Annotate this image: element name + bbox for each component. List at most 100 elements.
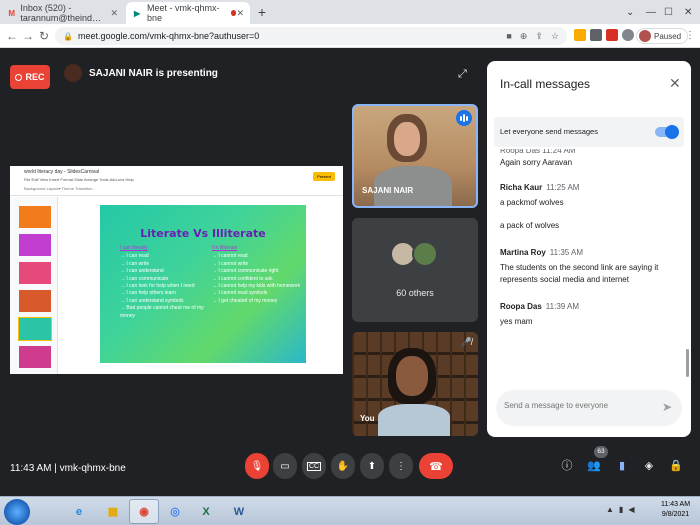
list-item: I cannot read: [212, 253, 302, 260]
url-text: meet.google.com/vmk-qhmx-bne?authuser=0: [77, 31, 260, 41]
extension-download-icon[interactable]: [574, 29, 586, 41]
tray-arrow-icon[interactable]: ▲: [606, 505, 614, 514]
chat-title: In-call messages: [500, 77, 591, 91]
back-icon[interactable]: ←: [4, 28, 20, 44]
clock-time: 11:43 AM: [661, 501, 691, 508]
bookmark-star-icon[interactable]: ☆: [551, 31, 559, 42]
list-item: I can communicate: [120, 276, 215, 283]
meet-stage: REC SAJANI NAIR is presenting ⤢ world li…: [0, 48, 700, 496]
url-field[interactable]: 🔒 meet.google.com/vmk-qhmx-bne?authuser=…: [55, 27, 567, 45]
send-icon[interactable]: ➤: [662, 400, 672, 414]
close-window-button[interactable]: ✕: [684, 0, 692, 24]
participant-tile-presenter[interactable]: SAJANI NAIR: [352, 104, 478, 208]
list-item: I can understand symbols: [120, 298, 215, 305]
present-icon: ⬆: [367, 460, 377, 472]
chat-scrollbar[interactable]: [686, 349, 689, 377]
reload-icon[interactable]: ↻: [36, 28, 52, 44]
file-explorer-icon[interactable]: ▦: [98, 499, 128, 524]
close-icon[interactable]: ✕: [669, 75, 681, 92]
message-time: 11:35 AM: [549, 248, 584, 257]
slide-thumbnail: [18, 317, 52, 341]
chrome-alt-icon[interactable]: ◎: [160, 499, 190, 524]
list-item: I cannot communicate right: [212, 268, 302, 275]
tab-search-icon[interactable]: ⌄: [626, 0, 634, 24]
close-icon[interactable]: ✕: [110, 8, 118, 19]
sender-name: Richa Kaur: [500, 183, 543, 192]
chat-icon[interactable]: ▮: [614, 458, 630, 474]
slide-thumbnail: [19, 290, 51, 312]
message-list: Roopa Das 11:24 AM Again sorry Aaravan R…: [500, 149, 682, 389]
captions-icon: CC: [306, 461, 322, 471]
literate-column: I can literally I can read I can write I…: [120, 245, 215, 320]
message-meta: Roopa Das 11:39 AM: [500, 302, 682, 311]
speaking-indicator-icon: [456, 110, 472, 126]
extension-red-icon[interactable]: [606, 29, 618, 41]
camera-icon[interactable]: ■: [506, 31, 511, 42]
list-item: I can understand: [120, 268, 215, 275]
share-icon[interactable]: ⇪: [535, 31, 543, 42]
present-now-button[interactable]: ⬆: [360, 453, 384, 479]
list-item: I get cheated of my money: [212, 298, 302, 305]
extensions-puzzle-icon[interactable]: [622, 29, 634, 41]
message-time: 11:39 AM: [545, 302, 580, 311]
slides-menu: File Edit View Insert Format Slide Arran…: [24, 177, 134, 182]
column-header: I'm Illiterate: [212, 245, 238, 251]
excel-icon[interactable]: X: [191, 499, 221, 524]
forward-icon[interactable]: →: [20, 28, 36, 44]
message-text: a pack of wolves: [500, 221, 560, 230]
list-item: I can write: [120, 261, 215, 268]
participant-name: SAJANI NAIR: [362, 186, 414, 195]
maximize-button[interactable]: ☐: [664, 0, 673, 24]
participant-tile-self[interactable]: 🎤̸ You: [352, 332, 478, 436]
meeting-details-icon[interactable]: ⓘ: [559, 458, 575, 474]
word-icon[interactable]: W: [224, 499, 254, 524]
chrome-icon[interactable]: ◉: [129, 499, 159, 524]
slides-header: world literacy day - SlidesCarnival File…: [10, 166, 343, 196]
slide-thumbnails: [10, 197, 58, 374]
activities-icon[interactable]: ◈: [641, 458, 657, 474]
browser-menu-icon[interactable]: ⋮: [685, 30, 695, 41]
new-tab-button[interactable]: +: [254, 4, 270, 20]
lock-icon: 🔒: [63, 31, 73, 41]
camera-button[interactable]: ▭: [273, 453, 297, 479]
minimize-button[interactable]: —: [646, 0, 656, 24]
profile-paused-button[interactable]: Paused: [636, 28, 689, 44]
microphone-off-button[interactable]: 🎙: [245, 453, 269, 479]
more-options-button[interactable]: ⋮: [389, 453, 413, 479]
recording-indicator[interactable]: REC: [10, 65, 50, 89]
start-button[interactable]: [4, 499, 30, 525]
tab-gmail[interactable]: M Inbox (520) - tarannum@theind… ✕: [2, 2, 124, 24]
tab-meet[interactable]: ▶ Meet - vmk-qhmx-bne ✕: [126, 2, 250, 24]
phone-hangup-icon: ☎: [429, 460, 443, 473]
zoom-icon[interactable]: ⊕: [520, 31, 528, 42]
sender-name: Martina Roy: [500, 248, 546, 257]
volume-icon[interactable]: ◀: [628, 505, 634, 514]
list-item: I cannot write: [212, 261, 302, 268]
list-item: I can help others learn: [120, 290, 215, 297]
participant-tile-others[interactable]: 60 others: [352, 218, 478, 322]
fullscreen-icon[interactable]: ⤢: [458, 68, 467, 81]
column-header: I can literally: [120, 245, 148, 251]
list-item: I can look for help when I need: [120, 283, 215, 290]
host-controls-icon[interactable]: 🔒: [668, 458, 684, 474]
gmail-icon: M: [8, 8, 16, 18]
internet-explorer-icon[interactable]: e: [64, 499, 94, 524]
doc-title: world literacy day - SlidesCarnival: [24, 169, 100, 175]
captions-button[interactable]: CC: [302, 453, 326, 479]
slides-toolbar: Background Layout▾ Theme Transition: [24, 186, 93, 191]
network-icon[interactable]: ▮: [619, 505, 623, 514]
leave-call-button[interactable]: ☎: [419, 453, 453, 479]
extension-document-icon[interactable]: [590, 29, 602, 41]
list-item: I can read: [120, 253, 215, 260]
send-messages-toggle[interactable]: [655, 125, 679, 139]
list-item: I cannot read symbols: [212, 290, 302, 297]
avatar: [64, 64, 82, 82]
people-icon[interactable]: 👥: [586, 458, 602, 474]
participant-name: You: [360, 414, 375, 423]
taskbar-clock[interactable]: 11:43 AM 9/8/2021: [661, 500, 690, 520]
message-input[interactable]: [504, 401, 654, 410]
sender-name: Roopa Das: [500, 302, 542, 311]
list-item: I cannot help my kids with homework: [212, 283, 302, 290]
close-icon[interactable]: ✕: [236, 8, 244, 19]
raise-hand-button[interactable]: ✋: [331, 453, 355, 479]
